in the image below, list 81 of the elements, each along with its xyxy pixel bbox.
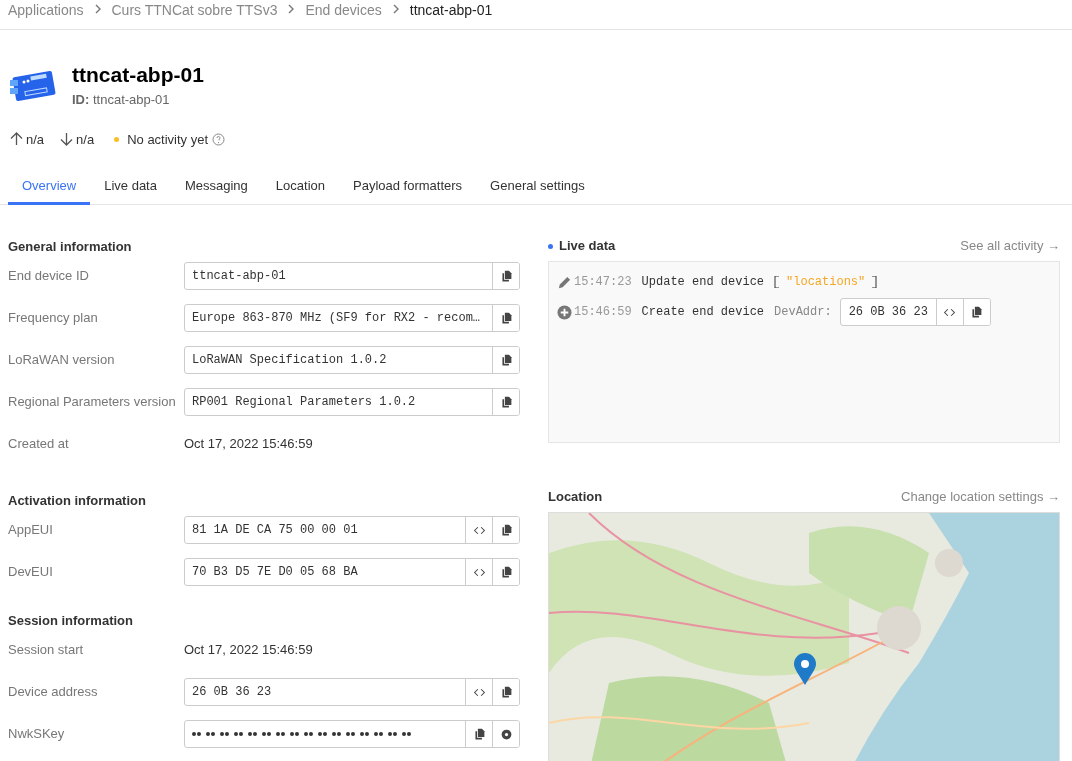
field-label: Device address <box>8 683 99 702</box>
value-field[interactable]: Europe 863-870 MHz (SF9 for RX2 - recom… <box>184 304 520 332</box>
add-icon <box>557 304 572 320</box>
breadcrumb-link[interactable]: Applications <box>8 0 84 21</box>
field-label: AppEUI <box>8 521 54 540</box>
field-value: Oct 17, 2022 15:46:59 <box>184 641 313 660</box>
field-label: LoRaWAN version <box>8 351 116 370</box>
secret-field[interactable] <box>184 720 520 748</box>
field-label: NwkSKey <box>8 725 66 744</box>
downlink-arrow-icon <box>60 132 74 147</box>
value-field[interactable]: 70 B3 D5 7E D0 05 68 BA <box>184 558 520 586</box>
downlink-count: n/a <box>76 130 95 149</box>
live-indicator-icon <box>548 243 553 249</box>
copy-button[interactable] <box>492 389 519 415</box>
copy-button[interactable] <box>492 559 519 585</box>
copy-icon <box>499 269 513 283</box>
tab[interactable]: Overview <box>8 169 91 205</box>
current-page-label: ttncat-abp-01 <box>409 1 493 20</box>
uplink-count: n/a <box>26 130 45 149</box>
change-location-settings-link[interactable]: Change location settings → <box>901 487 1060 507</box>
section-heading: Location <box>548 488 603 507</box>
eye-icon <box>499 727 513 741</box>
copy-button[interactable] <box>492 679 519 705</box>
tab[interactable]: Messaging <box>170 169 262 205</box>
copy-icon <box>499 685 513 699</box>
device-id: ID: ttncat-abp-01 <box>72 91 171 109</box>
copy-icon <box>499 565 513 579</box>
copy-button[interactable] <box>492 263 519 289</box>
uplink-arrow-icon <box>10 132 23 147</box>
see-all-activity-link[interactable]: See all activity → <box>960 236 1060 256</box>
copy-button[interactable] <box>492 517 519 543</box>
copy-icon <box>472 727 486 741</box>
field-label: Session start <box>8 641 85 660</box>
value-field[interactable]: LoRaWAN Specification 1.0.2 <box>184 346 520 374</box>
event-time: 15:46:59 <box>574 304 632 321</box>
copy-icon <box>499 523 513 537</box>
field-label: Regional Parameters version <box>8 393 177 412</box>
event-field-label: DevAddr: <box>774 304 832 321</box>
field-value: Oct 17, 2022 15:46:59 <box>184 435 313 454</box>
show-button[interactable] <box>492 721 519 747</box>
chevron-icon <box>93 4 102 14</box>
event-detail: "locations" <box>786 274 866 291</box>
field-label: End device ID <box>8 267 90 286</box>
chevron-icon <box>391 4 400 14</box>
help-icon <box>212 132 226 146</box>
copy-icon <box>499 311 513 325</box>
copy-icon <box>970 305 984 319</box>
value-field[interactable]: 81 1A DE CA 75 00 00 01 <box>184 516 520 544</box>
tab[interactable]: Location <box>261 169 339 205</box>
activity-status: No activity yet <box>127 130 209 149</box>
copy-button[interactable] <box>492 305 519 331</box>
value-field[interactable]: ttncat-abp-01 <box>184 262 520 290</box>
value-field[interactable]: 26 0B 36 23 <box>184 678 520 706</box>
bracket-icon <box>774 276 781 288</box>
copy-button[interactable] <box>962 299 990 325</box>
masked-value-icon <box>192 732 411 736</box>
tab[interactable]: General settings <box>476 169 599 205</box>
event-time: 15:47:23 <box>574 274 632 291</box>
section-heading: General information <box>8 238 133 255</box>
section-heading: Session information <box>8 612 134 629</box>
value-field[interactable]: RP001 Regional Parameters 1.0.2 <box>184 388 520 416</box>
breadcrumb-link[interactable]: End devices <box>305 0 382 21</box>
event-name: Create end device <box>641 304 765 321</box>
field-label: Frequency plan <box>8 309 99 328</box>
tab[interactable]: Payload formatters <box>339 169 477 205</box>
tab[interactable]: Live data <box>90 169 171 205</box>
device-title: ttncat-abp-01 <box>72 62 204 88</box>
bracket-icon <box>871 276 878 288</box>
breadcrumb-link[interactable]: Curs TTNCat sobre TTSv3 <box>111 0 278 21</box>
chevron-icon <box>287 4 296 14</box>
event-name: Update end device <box>641 274 765 291</box>
pencil-icon <box>557 274 572 290</box>
field-label: DevEUI <box>8 563 54 582</box>
copy-icon <box>499 395 513 409</box>
section-heading: Live data <box>559 237 616 256</box>
copy-icon <box>499 353 513 367</box>
map-pin-icon <box>793 652 817 686</box>
copy-button[interactable] <box>492 347 519 373</box>
section-heading: Activation information <box>8 492 147 509</box>
value-field[interactable]: 26 0B 36 23 <box>839 298 991 326</box>
field-label: Created at <box>8 435 70 454</box>
